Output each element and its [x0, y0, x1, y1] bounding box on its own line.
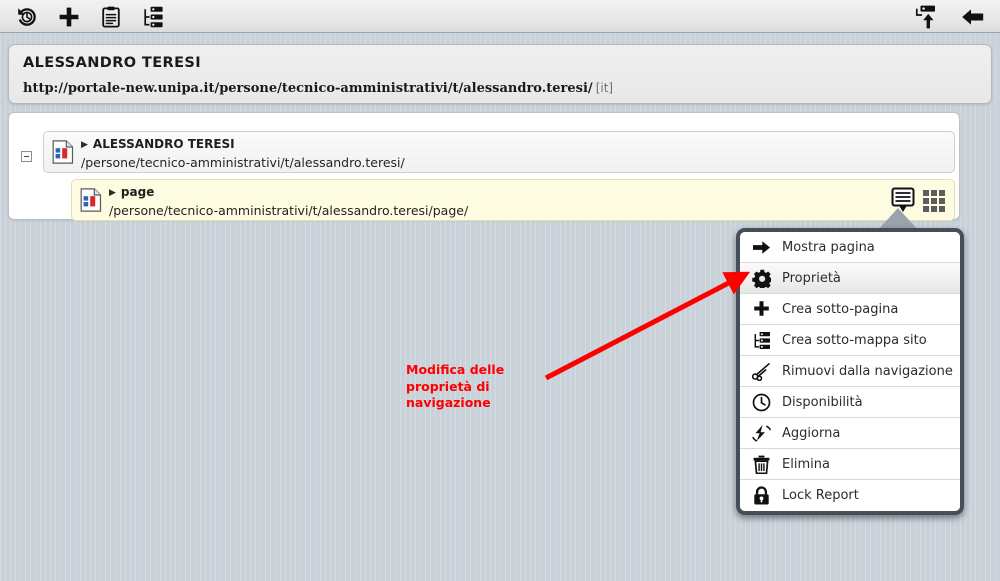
tree-row-name-wrap: ▶ page — [109, 185, 154, 199]
page-url-row: http://portale-new.unipa.it/persone/tecn… — [23, 78, 977, 97]
sitemap-icon[interactable] — [140, 4, 166, 30]
tree-row-name: ALESSANDRO TERESI — [92, 136, 235, 151]
tree-row-name-wrap: ▶ ALESSANDRO TERESI — [81, 137, 235, 151]
tree-row[interactable]: ▶ page /persone/tecnico-amministrativi/t/… — [71, 179, 955, 221]
clock-icon — [752, 393, 771, 412]
menu-item-crea-sotto-pagina[interactable]: Crea sotto-pagina — [740, 294, 960, 325]
menu-item-label: Disponibilità — [782, 394, 863, 410]
menu-item-aggiorna[interactable]: Aggiorna — [740, 418, 960, 449]
menu-item-label: Aggiorna — [782, 425, 841, 441]
publish-upload-icon[interactable] — [914, 4, 940, 30]
tree-row[interactable]: ▶ ALESSANDRO TERESI /persone/tecnico-ammi… — [43, 131, 955, 173]
menu-item-lock-report[interactable]: Lock Report — [740, 480, 960, 511]
tree-row-text: ▶ page /persone/tecnico-amministrativi/t/… — [109, 183, 468, 218]
top-toolbar — [0, 0, 1000, 33]
refresh-icon — [752, 424, 771, 443]
menu-item-label: Crea sotto-pagina — [782, 301, 899, 317]
context-menu-caret — [878, 208, 918, 230]
annotation-text: Modifica delle proprietà di navigazione — [406, 362, 505, 410]
menu-item-label: Proprietà — [782, 270, 841, 286]
sitemap-tree-panel: ▶ ALESSANDRO TERESI /persone/tecnico-ammi… — [8, 112, 960, 221]
trash-icon — [752, 455, 771, 474]
menu-item-label: Elimina — [782, 456, 830, 472]
menu-item-label: Lock Report — [782, 488, 859, 503]
toolbar-right-group — [914, 0, 986, 33]
tree-collapse-toggle[interactable] — [21, 151, 32, 162]
grid-view-icon[interactable] — [922, 189, 946, 217]
document-icon — [80, 188, 102, 212]
menu-item-rimuovi-dalla-navigazione[interactable]: Rimuovi dalla navigazione — [740, 356, 960, 387]
annotation-arrow — [544, 271, 751, 381]
document-icon — [52, 140, 74, 164]
clipboard-icon[interactable] — [98, 4, 124, 30]
page-title: ALESSANDRO TERESI — [23, 55, 202, 71]
back-arrow-icon[interactable] — [960, 4, 986, 30]
context-menu: Mostra pagina Proprietà Crea sotto-pagin… — [736, 228, 964, 515]
arrow-right-icon — [752, 238, 771, 257]
menu-item-elimina[interactable]: Elimina — [740, 449, 960, 480]
tree-row-path: /persone/tecnico-amministrativi/t/alessa… — [81, 154, 405, 170]
page-url[interactable]: http://portale-new.unipa.it/persone/tecn… — [23, 81, 593, 96]
page-language-badge: [it] — [595, 81, 614, 95]
menu-item-mostra-pagina[interactable]: Mostra pagina — [740, 232, 960, 263]
menu-item-crea-sotto-mappa-sito[interactable]: Crea sotto-mappa sito — [740, 325, 960, 356]
history-icon[interactable] — [14, 4, 40, 30]
tree-row-name: page — [120, 184, 155, 199]
menu-item-label: Crea sotto-mappa sito — [782, 332, 927, 348]
tree-row-text: ▶ ALESSANDRO TERESI /persone/tecnico-ammi… — [81, 135, 405, 170]
page-header-panel: ALESSANDRO TERESI http://portale-new.uni… — [8, 44, 992, 104]
add-icon[interactable] — [56, 4, 82, 30]
menu-item-proprieta[interactable]: Proprietà — [740, 263, 960, 294]
menu-item-disponibilita[interactable]: Disponibilità — [740, 387, 960, 418]
toolbar-left-group — [14, 0, 166, 33]
caret-right-icon: ▶ — [81, 139, 88, 150]
menu-item-label: Mostra pagina — [782, 239, 875, 255]
lock-icon — [752, 486, 771, 505]
menu-item-label: Rimuovi dalla navigazione — [782, 363, 953, 379]
tree-row-path: /persone/tecnico-amministrativi/t/alessa… — [109, 202, 469, 218]
caret-right-icon: ▶ — [109, 187, 116, 198]
